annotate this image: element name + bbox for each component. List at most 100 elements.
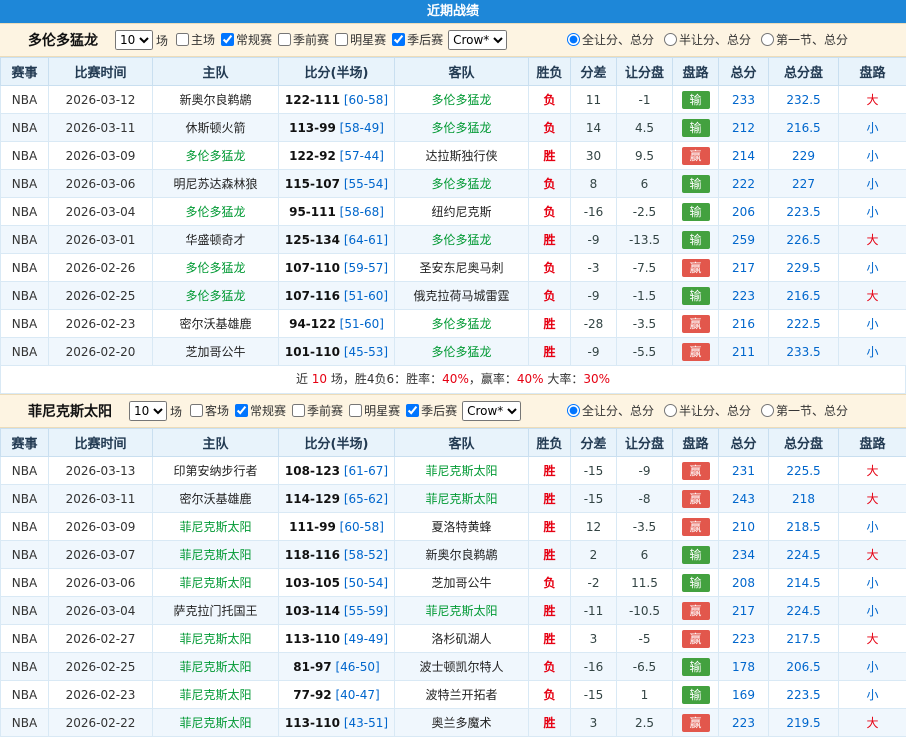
- radio-input[interactable]: [761, 404, 774, 417]
- total-line-cell: 224.5: [769, 541, 839, 569]
- home-team-cell: 密尔沃基雄鹿: [153, 310, 279, 338]
- checkbox-label: 常规赛: [250, 402, 286, 419]
- handicap-result-badge: 赢: [682, 630, 710, 648]
- filter-checkbox[interactable]: 常规赛: [231, 402, 286, 419]
- radio-input[interactable]: [567, 404, 580, 417]
- away-team-cell: 圣安东尼奥马刺: [395, 254, 529, 282]
- checkbox-input[interactable]: [278, 33, 291, 46]
- win-lose-cell: 胜: [529, 457, 571, 485]
- point-diff-cell: -9: [571, 282, 617, 310]
- filter-radio[interactable]: 全让分、总分: [563, 402, 654, 419]
- over-under-cell: 小: [839, 338, 906, 366]
- handicap-result-cell: 赢: [673, 142, 719, 170]
- league-cell: NBA: [1, 226, 49, 254]
- total-points-cell: 212: [719, 114, 769, 142]
- checkbox-input[interactable]: [292, 404, 305, 417]
- column-header: 比分(半场): [279, 429, 395, 457]
- radio-label: 第一节、总分: [776, 31, 848, 48]
- filter-checkbox[interactable]: 季后赛: [402, 402, 457, 419]
- half-score: [61-67]: [344, 464, 388, 478]
- results-table: 赛事比赛时间主队比分(半场)客队胜负分差让分盘盘路总分总分盘盘路 NBA 202…: [0, 57, 906, 366]
- checkbox-input[interactable]: [221, 33, 234, 46]
- handicap-result-cell: 输: [673, 226, 719, 254]
- filter-radio[interactable]: 全让分、总分: [563, 31, 654, 48]
- home-team-cell: 菲尼克斯太阳: [153, 541, 279, 569]
- odds-company-select[interactable]: Crow*: [462, 401, 521, 421]
- half-score: [40-47]: [335, 688, 379, 702]
- home-team-cell: 密尔沃基雄鹿: [153, 485, 279, 513]
- games-count-select[interactable]: 10: [129, 401, 167, 421]
- games-count-select[interactable]: 10: [115, 30, 153, 50]
- handicap-result-badge: 输: [682, 203, 710, 221]
- table-row: NBA 2026-02-25 菲尼克斯太阳 81-97 [46-50] 波士顿凯…: [1, 653, 906, 681]
- filter-checkbox[interactable]: 主场: [172, 31, 215, 48]
- filter-checkbox[interactable]: 明星赛: [331, 31, 386, 48]
- filter-checkboxes: 主场常规赛季前赛明星赛季后赛: [172, 31, 445, 49]
- total-points-cell: 169: [719, 681, 769, 709]
- point-diff-cell: -9: [571, 226, 617, 254]
- radio-input[interactable]: [567, 33, 580, 46]
- filter-checkbox[interactable]: 客场: [186, 402, 229, 419]
- filter-checkbox[interactable]: 季前赛: [288, 402, 343, 419]
- full-score: 103-114: [285, 604, 340, 618]
- league-cell: NBA: [1, 485, 49, 513]
- over-under-cell: 小: [839, 170, 906, 198]
- table-header-row: 赛事比赛时间主队比分(半场)客队胜负分差让分盘盘路总分总分盘盘路: [1, 58, 906, 86]
- checkbox-input[interactable]: [406, 404, 419, 417]
- odds-company-select[interactable]: Crow*: [448, 30, 507, 50]
- table-row: NBA 2026-03-04 多伦多猛龙 95-111 [58-68] 纽约尼克…: [1, 198, 906, 226]
- handicap-line-cell: -5.5: [617, 338, 673, 366]
- score-cell: 113-99 [58-49]: [279, 114, 395, 142]
- league-cell: NBA: [1, 142, 49, 170]
- checkbox-input[interactable]: [235, 404, 248, 417]
- filter-checkbox[interactable]: 季前赛: [274, 31, 329, 48]
- home-team-cell: 菲尼克斯太阳: [153, 569, 279, 597]
- match-date-cell: 2026-03-06: [49, 170, 153, 198]
- filter-radio[interactable]: 半让分、总分: [660, 402, 751, 419]
- table-header-row: 赛事比赛时间主队比分(半场)客队胜负分差让分盘盘路总分总分盘盘路: [1, 429, 906, 457]
- league-cell: NBA: [1, 338, 49, 366]
- match-date-cell: 2026-02-23: [49, 681, 153, 709]
- checkbox-input[interactable]: [392, 33, 405, 46]
- total-points-cell: 211: [719, 338, 769, 366]
- filter-checkbox[interactable]: 明星赛: [345, 402, 400, 419]
- handicap-result-badge: 赢: [682, 147, 710, 165]
- home-team-cell: 多伦多猛龙: [153, 142, 279, 170]
- away-team-cell: 多伦多猛龙: [395, 338, 529, 366]
- table-row: NBA 2026-03-04 萨克拉门托国王 103-114 [55-59] 菲…: [1, 597, 906, 625]
- handicap-line-cell: 4.5: [617, 114, 673, 142]
- handicap-line-cell: -10.5: [617, 597, 673, 625]
- games-count-suffix: 场: [156, 32, 168, 49]
- away-team-cell: 多伦多猛龙: [395, 226, 529, 254]
- column-header: 比赛时间: [49, 58, 153, 86]
- filter-radio[interactable]: 第一节、总分: [757, 31, 848, 48]
- checkbox-input[interactable]: [190, 404, 203, 417]
- away-team-cell: 波特兰开拓者: [395, 681, 529, 709]
- over-under-label: 小: [866, 205, 878, 219]
- total-line-cell: 233.5: [769, 338, 839, 366]
- filter-radio[interactable]: 半让分、总分: [660, 31, 751, 48]
- radio-label: 第一节、总分: [776, 402, 848, 419]
- home-team-cell: 多伦多猛龙: [153, 254, 279, 282]
- filter-radio[interactable]: 第一节、总分: [757, 402, 848, 419]
- checkbox-input[interactable]: [176, 33, 189, 46]
- score-cell: 111-99 [60-58]: [279, 513, 395, 541]
- filter-checkbox[interactable]: 常规赛: [217, 31, 272, 48]
- filter-checkbox[interactable]: 季后赛: [388, 31, 443, 48]
- win-lose-cell: 胜: [529, 226, 571, 254]
- point-diff-cell: -15: [571, 457, 617, 485]
- home-team-cell: 休斯顿火箭: [153, 114, 279, 142]
- full-score: 118-116: [285, 548, 340, 562]
- checkbox-input[interactable]: [349, 404, 362, 417]
- total-points-cell: 243: [719, 485, 769, 513]
- score-cell: 103-114 [55-59]: [279, 597, 395, 625]
- over-under-cell: 小: [839, 142, 906, 170]
- handicap-result-badge: 赢: [682, 343, 710, 361]
- handicap-result-badge: 赢: [682, 714, 710, 732]
- away-team-cell: 波士顿凯尔特人: [395, 653, 529, 681]
- radio-input[interactable]: [664, 33, 677, 46]
- radio-input[interactable]: [761, 33, 774, 46]
- checkbox-input[interactable]: [335, 33, 348, 46]
- radio-input[interactable]: [664, 404, 677, 417]
- summary-segment: 10: [312, 372, 327, 386]
